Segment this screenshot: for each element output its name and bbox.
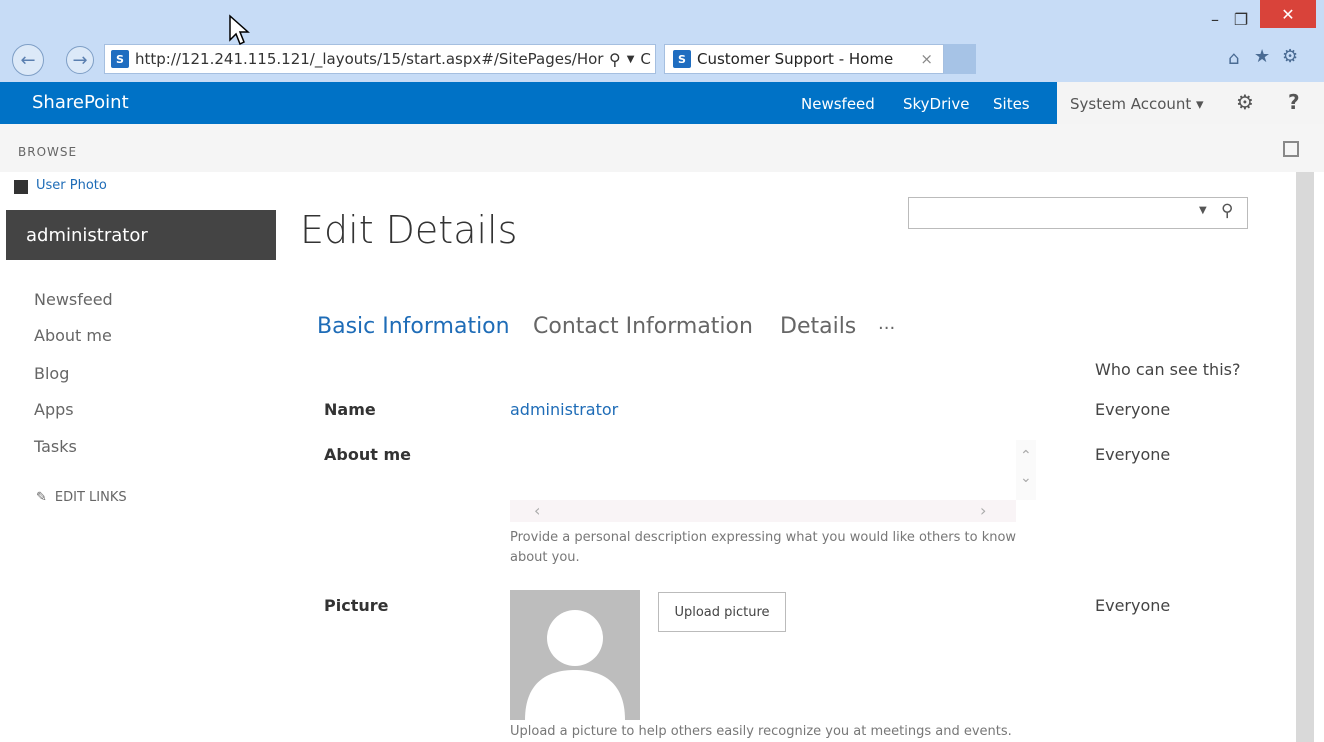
scroll-left-icon[interactable]: ‹ — [534, 501, 540, 520]
scroll-right-icon[interactable]: › — [980, 501, 986, 520]
search-scope-arrow-icon[interactable]: ▼ — [1199, 205, 1207, 216]
tab-close-icon[interactable]: × — [920, 50, 933, 68]
tab-contact-information[interactable]: Contact Information — [533, 314, 753, 339]
page-scrollbar[interactable] — [1296, 172, 1314, 742]
close-window-icon[interactable]: ✕ — [1260, 0, 1316, 28]
scroll-up-icon[interactable]: ⌃ — [1020, 448, 1032, 464]
back-arrow-icon: ← — [20, 49, 36, 71]
tab-details[interactable]: Details — [780, 314, 856, 339]
about-me-hint: Provide a personal description expressin… — [510, 530, 1017, 565]
address-bar[interactable]: S http://121.241.115.121/_layouts/15/sta… — [104, 44, 656, 74]
scroll-down-icon[interactable]: ⌄ — [1020, 470, 1032, 486]
pencil-icon: ✎ — [36, 490, 47, 505]
nav-item-blog[interactable]: Blog — [34, 364, 69, 383]
mouse-cursor-icon — [229, 14, 250, 46]
about-me-label: About me — [324, 445, 411, 464]
name-label: Name — [324, 400, 376, 419]
tab-title: Customer Support - Home — [697, 50, 894, 68]
suite-link-sites[interactable]: Sites — [993, 95, 1030, 113]
sharepoint-favicon-icon: S — [673, 50, 691, 68]
user-photo-link[interactable]: User Photo — [36, 178, 107, 193]
sharepoint-brand[interactable]: SharePoint — [32, 92, 129, 113]
browse-tab[interactable]: BROWSE — [18, 145, 77, 159]
forward-arrow-icon: → — [72, 49, 88, 71]
nav-item-tasks[interactable]: Tasks — [34, 437, 77, 456]
search-icon[interactable]: ⚲ — [609, 50, 621, 69]
favorites-star-icon[interactable]: ★ — [1254, 46, 1270, 67]
name-visibility[interactable]: Everyone — [1095, 400, 1170, 419]
picture-hint: Upload a picture to help others easily r… — [510, 724, 1012, 739]
dropdown-arrow-icon[interactable]: ▼ — [627, 54, 635, 65]
address-text[interactable]: http://121.241.115.121/_layouts/15/start… — [135, 50, 605, 68]
about-me-textarea[interactable]: ⌃ ⌄ ‹ › — [510, 440, 1036, 524]
upload-picture-button[interactable]: Upload picture — [658, 592, 786, 632]
settings-gear-icon[interactable]: ⚙ — [1236, 90, 1254, 114]
browser-tab[interactable]: S Customer Support - Home × — [664, 44, 944, 74]
picture-label: Picture — [324, 596, 389, 615]
search-icon[interactable]: ⚲ — [1221, 201, 1233, 221]
profile-picture-placeholder — [510, 590, 640, 720]
sharepoint-favicon-icon: S — [111, 50, 129, 68]
search-box[interactable]: ▼ ⚲ — [908, 197, 1248, 229]
suite-link-newsfeed[interactable]: Newsfeed — [801, 95, 875, 113]
about-me-hscroll[interactable]: ‹ › — [510, 500, 1016, 522]
help-icon[interactable]: ? — [1288, 90, 1300, 114]
nav-item-newsfeed[interactable]: Newsfeed — [34, 290, 113, 309]
tab-basic-information[interactable]: Basic Information — [317, 314, 510, 339]
home-icon[interactable]: ⌂ — [1228, 48, 1239, 69]
about-me-visibility[interactable]: Everyone — [1095, 445, 1170, 464]
suite-link-skydrive[interactable]: SkyDrive — [903, 95, 970, 113]
tools-gear-icon[interactable]: ⚙ — [1282, 46, 1298, 67]
restore-icon[interactable]: ❐ — [1226, 0, 1256, 38]
edit-links-label: EDIT LINKS — [54, 490, 127, 505]
person-silhouette-icon — [525, 610, 625, 720]
nav-item-apps[interactable]: Apps — [34, 400, 74, 419]
edit-links-button[interactable]: ✎ EDIT LINKS — [36, 490, 127, 505]
account-menu[interactable]: System Account ▾ — [1070, 95, 1204, 113]
suite-bar — [0, 82, 1057, 124]
page-title: Edit Details — [300, 208, 518, 252]
about-me-vscroll[interactable]: ⌃ ⌄ — [1016, 440, 1036, 500]
current-user-tile[interactable]: administrator — [6, 210, 276, 260]
ribbon — [0, 124, 1324, 172]
more-tabs-ellipsis[interactable]: ··· — [878, 318, 895, 339]
refresh-icon[interactable]: C — [640, 50, 650, 68]
who-can-see-header: Who can see this? — [1095, 360, 1241, 379]
forward-button[interactable]: → — [66, 46, 94, 74]
focus-mode-icon[interactable] — [1283, 141, 1299, 157]
back-button[interactable]: ← — [12, 44, 44, 76]
new-tab-button[interactable] — [944, 44, 976, 74]
broken-image-icon — [14, 180, 28, 194]
name-value-link[interactable]: administrator — [510, 400, 618, 419]
nav-item-about-me[interactable]: About me — [34, 326, 112, 345]
picture-visibility[interactable]: Everyone — [1095, 596, 1170, 615]
